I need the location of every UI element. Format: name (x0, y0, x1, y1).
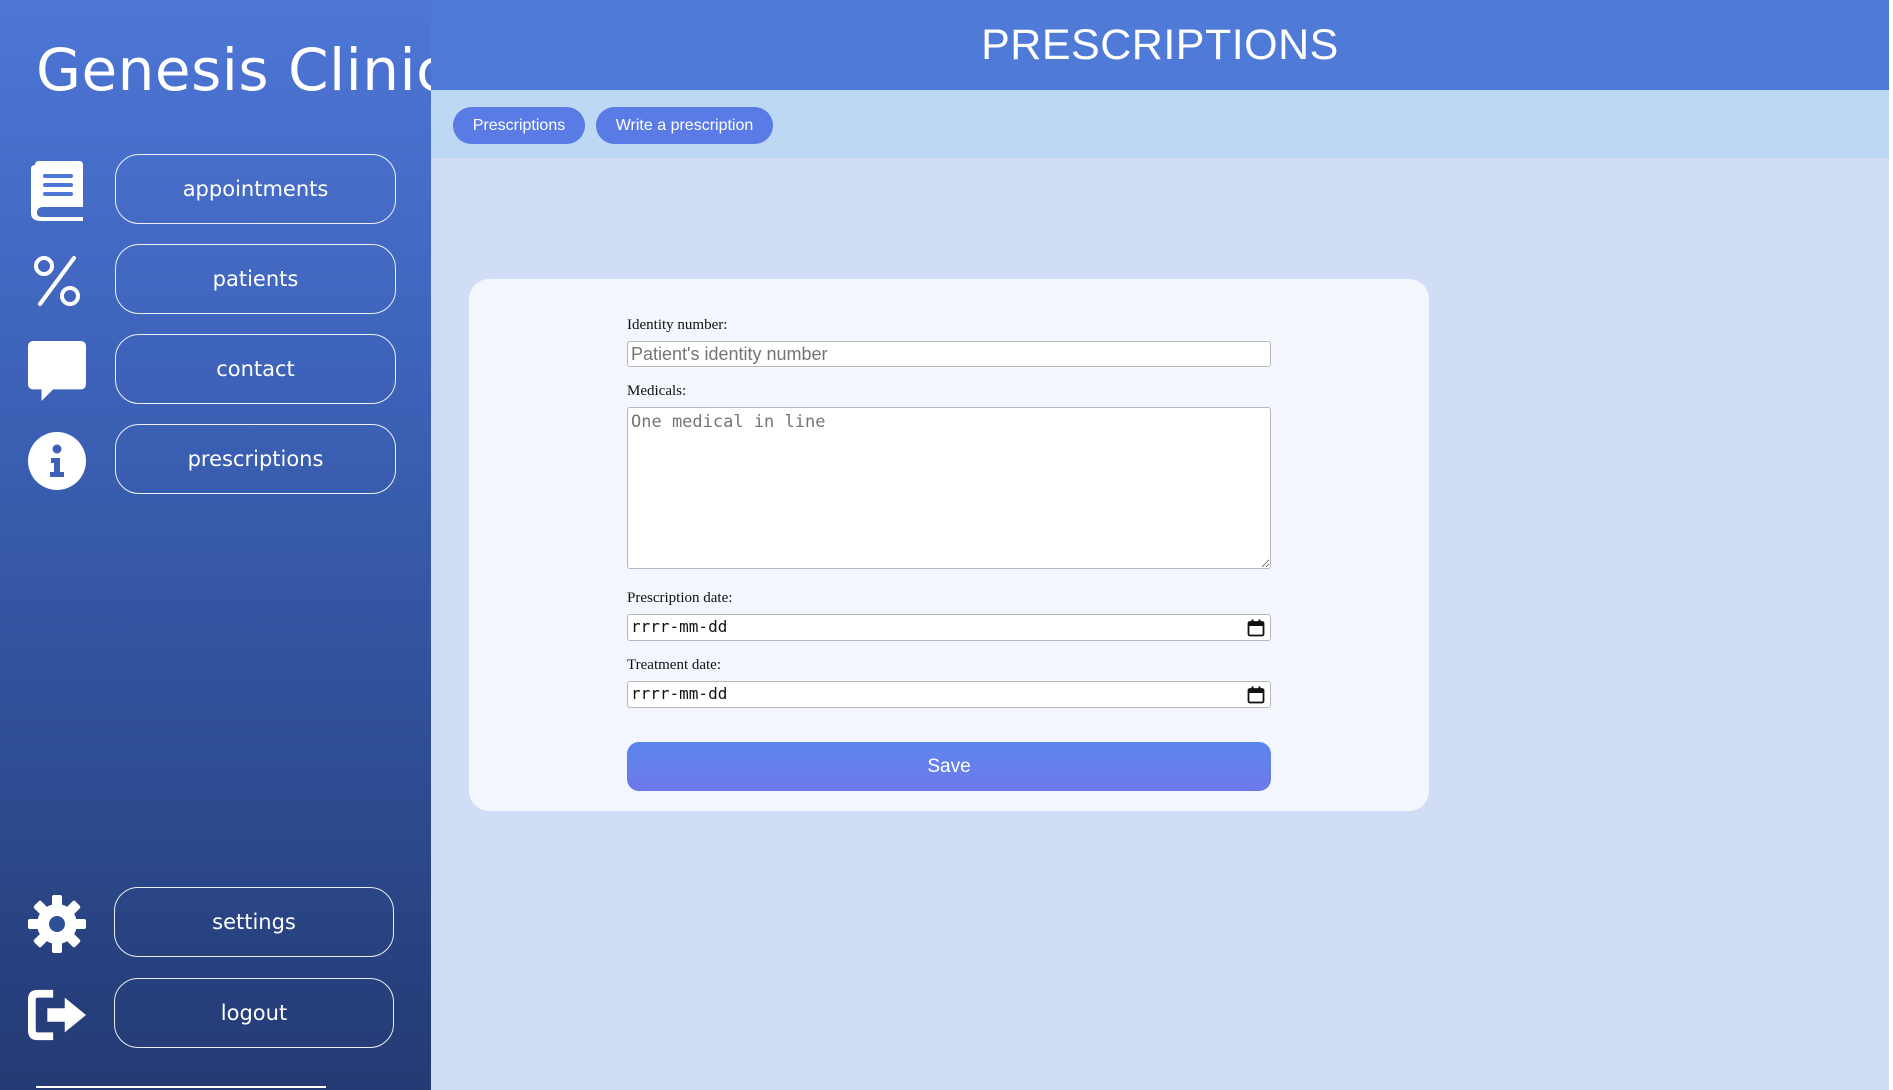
identity-number-label: Identity number: (627, 317, 728, 333)
sidebar-row-settings: settings (28, 887, 408, 957)
book-icon (28, 161, 86, 221)
sidebar-item-settings[interactable]: settings (114, 887, 394, 957)
brand-title: Genesis Clinic (36, 36, 449, 104)
prescription-date-label: Prescription date: (627, 590, 733, 606)
sidebar-item-contact[interactable]: contact (115, 334, 396, 404)
prescription-date-value: rrrr-mm-dd (631, 617, 728, 636)
sidebar-item-prescriptions[interactable]: prescriptions (115, 424, 396, 494)
percent-icon (28, 252, 86, 310)
page-header: PRESCRIPTIONS (431, 0, 1889, 90)
chat-bubble-icon (28, 341, 86, 401)
calendar-icon[interactable] (1247, 686, 1265, 704)
sidebar-row-prescriptions: prescriptions (28, 424, 408, 494)
app-window: Genesis Clinic appointments patients con… (0, 0, 1893, 1090)
tab-write-prescription[interactable]: Write a prescription (596, 107, 773, 144)
window-edge (1889, 0, 1893, 1090)
identity-number-input[interactable] (627, 341, 1271, 367)
sidebar-item-logout[interactable]: logout (114, 978, 394, 1048)
sidebar: Genesis Clinic appointments patients con… (0, 0, 449, 1090)
treatment-date-input[interactable]: rrrr-mm-dd (627, 681, 1271, 708)
treatment-date-label: Treatment date: (627, 657, 722, 673)
calendar-icon[interactable] (1247, 619, 1265, 637)
sidebar-item-patients[interactable]: patients (115, 244, 396, 314)
treatment-date-value: rrrr-mm-dd (631, 684, 728, 703)
sidebar-row-logout: logout (28, 978, 408, 1048)
sidebar-row-patients: patients (28, 244, 408, 314)
save-button[interactable]: Save (627, 742, 1271, 791)
sidebar-divider (36, 1086, 326, 1088)
medicals-label: Medicals: (627, 383, 687, 399)
logout-icon (28, 986, 86, 1044)
prescription-date-input[interactable]: rrrr-mm-dd (627, 614, 1271, 641)
medicals-textarea[interactable] (627, 407, 1271, 569)
sidebar-item-appointments[interactable]: appointments (115, 154, 396, 224)
gear-icon (28, 895, 86, 953)
tab-prescriptions[interactable]: Prescriptions (453, 107, 585, 144)
page-title: PRESCRIPTIONS (981, 20, 1339, 69)
sidebar-row-contact: contact (28, 334, 408, 404)
info-icon (28, 432, 86, 490)
sidebar-row-appointments: appointments (28, 154, 408, 224)
tab-bar: Prescriptions Write a prescription (431, 90, 1889, 158)
